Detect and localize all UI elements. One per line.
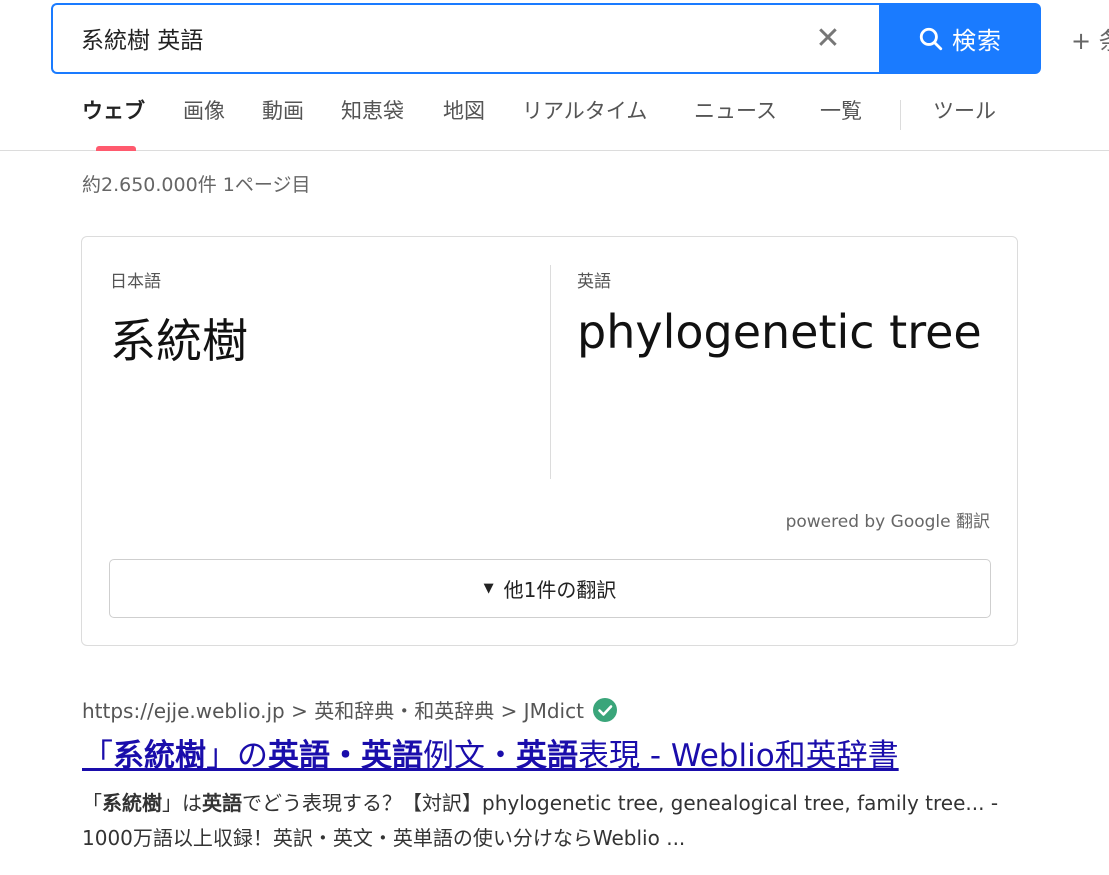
triangle-down-icon: ▼ — [483, 581, 494, 596]
target-language-label: 英語 — [577, 272, 611, 292]
snippet-part: 「 — [82, 791, 102, 815]
title-part: 」の — [206, 738, 268, 774]
search-tabs: ウェブ 画像 動画 知恵袋 地図 リアルタイム ニュース 一覧 ツール — [0, 95, 1109, 151]
title-part: 例文・ — [423, 738, 516, 774]
tab-videos[interactable]: 動画 — [262, 95, 304, 125]
translated-text: phylogenetic tree — [577, 305, 982, 359]
title-keyword: 英語 — [361, 738, 423, 774]
search-box[interactable]: ✕ — [51, 3, 880, 74]
tab-divider — [900, 100, 901, 130]
search-button[interactable]: 検索 — [879, 3, 1041, 74]
result-url-text: https://ejje.weblio.jp > 英和辞典・和英辞典 > JMd… — [82, 699, 584, 723]
tab-realtime[interactable]: リアルタイム — [522, 95, 647, 125]
more-conditions-link[interactable]: + 条 — [1071, 21, 1109, 56]
powered-by-label: powered by Google 翻訳 — [785, 512, 990, 532]
translation-card: 日本語 系統樹 英語 phylogenetic tree powered by … — [81, 236, 1018, 646]
result-snippet: 「系統樹」は英語でどう表現する？【対訳】phylogenetic tree, g… — [82, 786, 1022, 856]
search-button-label: 検索 — [952, 27, 1002, 55]
tab-web[interactable]: ウェブ — [82, 95, 145, 125]
title-part: 表現 - Weblio和英辞書 — [578, 738, 899, 774]
search-input[interactable] — [81, 21, 781, 55]
translation-divider — [550, 265, 551, 479]
title-keyword: 英語 — [516, 738, 578, 774]
more-translations-label: 他1件の翻訳 — [503, 578, 617, 602]
source-text: 系統樹 — [110, 314, 248, 368]
result-title-link[interactable]: 「系統樹」の英語・英語例文・英語表現 - Weblio和英辞書 — [82, 730, 899, 775]
result-url[interactable]: https://ejje.weblio.jp > 英和辞典・和英辞典 > JMd… — [82, 695, 618, 724]
snippet-keyword: 英語 — [202, 791, 242, 815]
snippet-part: 」は — [162, 791, 202, 815]
tab-list[interactable]: 一覧 — [820, 95, 862, 125]
snippet-keyword: 系統樹 — [102, 791, 162, 815]
close-icon[interactable]: ✕ — [813, 22, 843, 56]
tab-news[interactable]: ニュース — [694, 95, 777, 125]
tab-tools[interactable]: ツール — [933, 95, 996, 125]
search-bar: ✕ 検索 + 条 — [51, 3, 1109, 74]
source-language-label: 日本語 — [110, 272, 161, 292]
tab-images[interactable]: 画像 — [183, 95, 225, 125]
title-keyword: 系統樹 — [113, 738, 206, 774]
title-keyword: 英語 — [268, 738, 330, 774]
verified-check-icon — [592, 697, 617, 722]
search-icon — [919, 27, 943, 50]
title-part: ・ — [330, 738, 361, 774]
result-count: 約2.650.000件 1ページ目 — [82, 174, 311, 196]
active-tab-indicator — [96, 146, 136, 151]
tab-chiebukuro[interactable]: 知恵袋 — [341, 95, 404, 125]
title-part: 「 — [82, 738, 113, 774]
more-translations-button[interactable]: ▼ 他1件の翻訳 — [109, 559, 991, 618]
tab-maps[interactable]: 地図 — [443, 95, 485, 125]
